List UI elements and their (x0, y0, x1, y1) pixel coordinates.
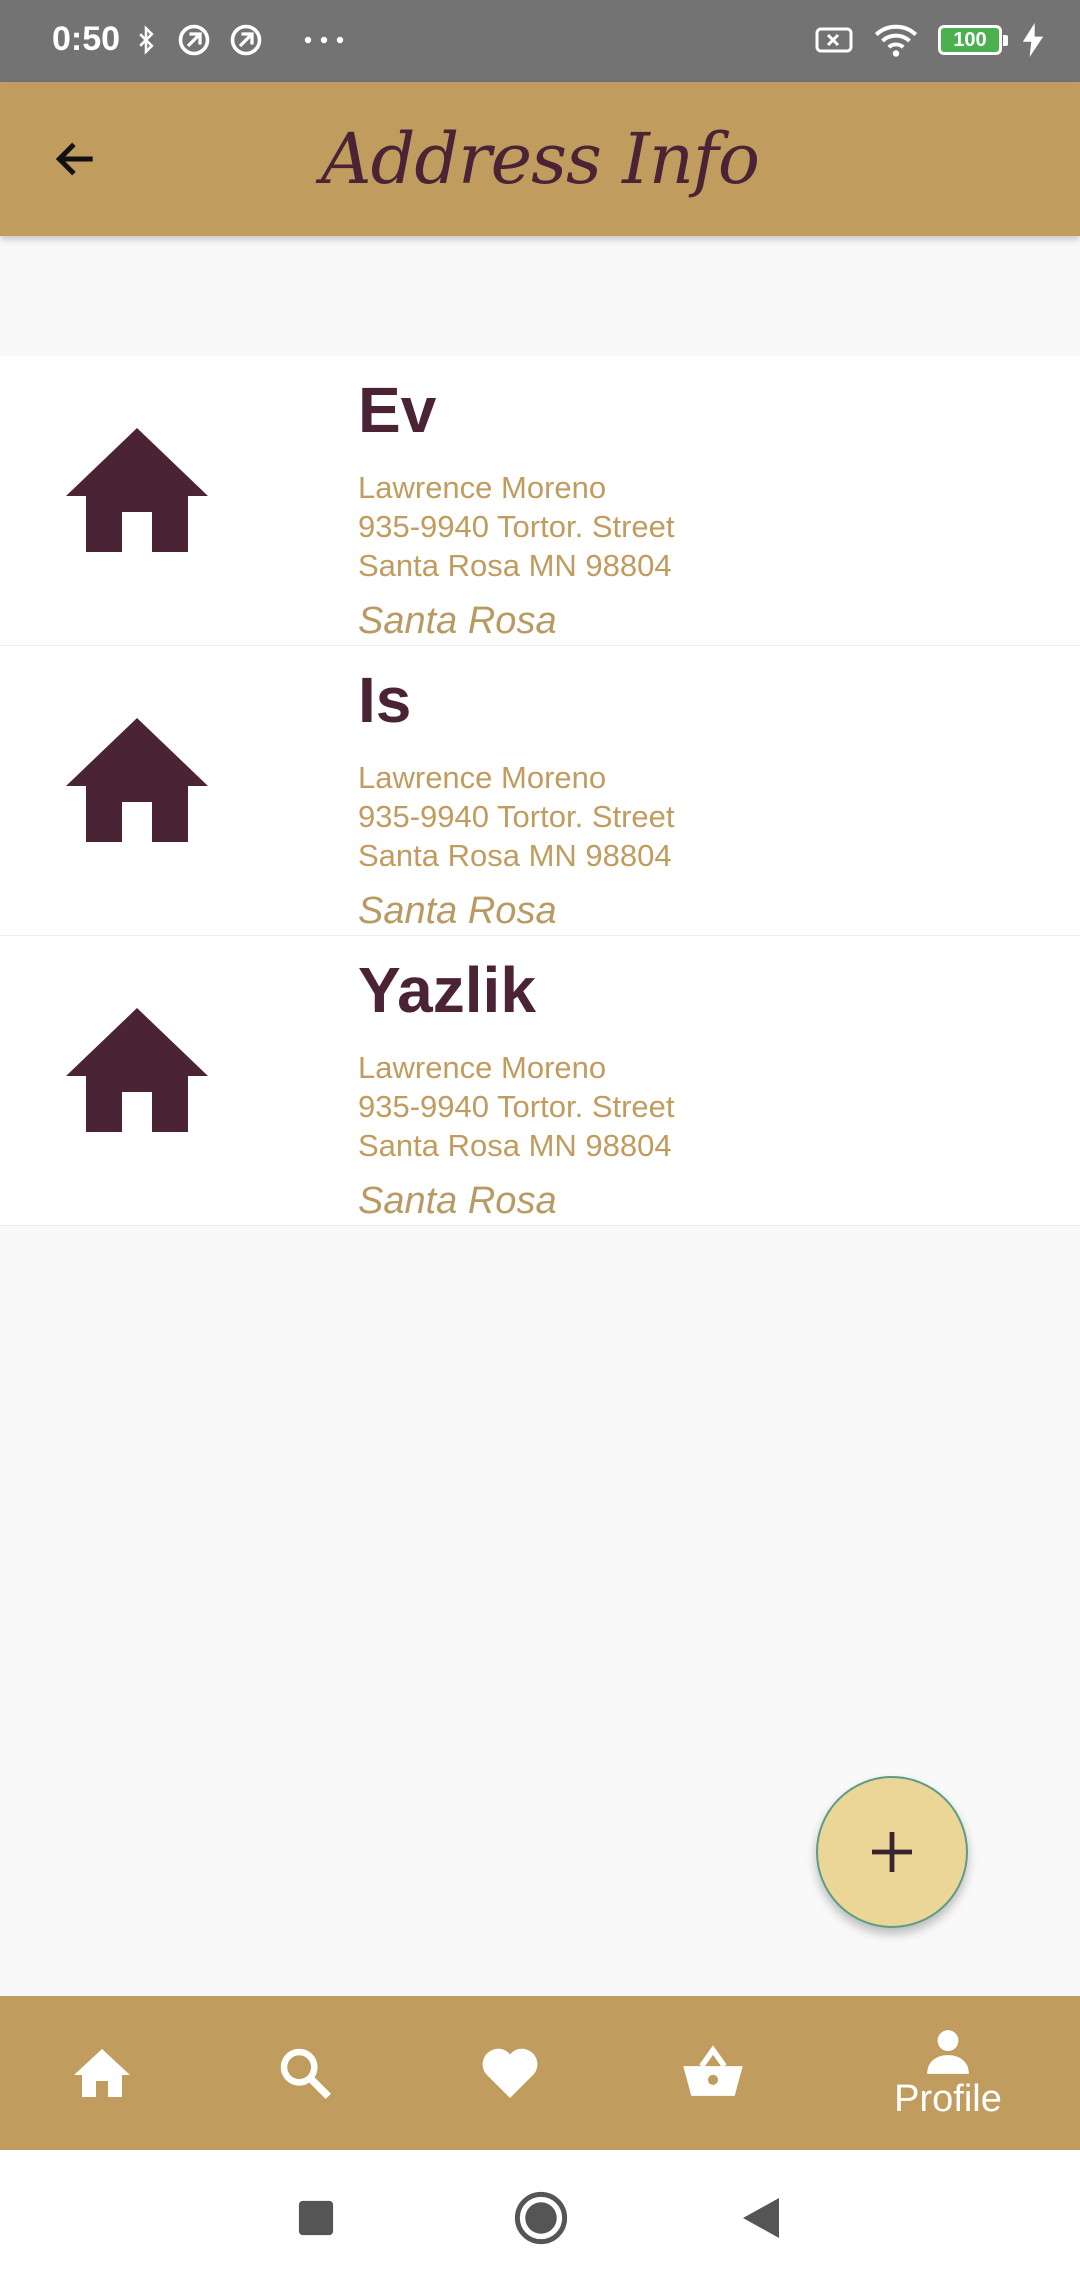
address-text: Yazlik Lawrence Moreno 935-9940 Tortor. … (358, 950, 675, 1225)
address-line: Lawrence Moreno (358, 1050, 607, 1085)
address-card[interactable]: Yazlik Lawrence Moreno 935-9940 Tortor. … (0, 936, 1080, 1226)
address-line: 935-9940 Tortor. Street (358, 1089, 675, 1124)
address-city: Santa Rosa (358, 600, 557, 642)
status-time: 0:50 (52, 20, 121, 58)
address-line: Santa Rosa MN 98804 (358, 548, 672, 583)
address-line: Santa Rosa MN 98804 (358, 838, 672, 873)
address-line: 935-9940 Tortor. Street (358, 799, 675, 834)
address-name: Is (358, 664, 412, 736)
address-name: Ev (358, 374, 437, 446)
bottom-nav: Profile (0, 1996, 1080, 2150)
app-bar: Address Info (0, 82, 1080, 236)
address-text: Ev Lawrence Moreno 935-9940 Tortor. Stre… (358, 370, 675, 645)
status-bar: 0:50 100 (0, 0, 1080, 82)
address-line: Santa Rosa MN 98804 (358, 1128, 672, 1163)
nav-item-favorites[interactable] (410, 1996, 610, 2150)
address-line: Lawrence Moreno (358, 470, 607, 505)
address-card[interactable]: Ev Lawrence Moreno 935-9940 Tortor. Stre… (0, 356, 1080, 646)
heart-icon (482, 2048, 538, 2098)
home-icon (66, 718, 208, 842)
nav-item-profile[interactable]: Profile (848, 1996, 1048, 2150)
plus-icon (872, 1832, 912, 1872)
no-sim-icon (815, 27, 853, 53)
home-icon (66, 1008, 208, 1132)
nav-item-basket[interactable] (613, 1996, 813, 2150)
recents-button[interactable] (286, 2188, 346, 2248)
home-system-button[interactable] (511, 2188, 571, 2248)
charging-icon (1022, 23, 1044, 57)
system-nav-bar (0, 2150, 1080, 2280)
address-line: Lawrence Moreno (358, 760, 607, 795)
wifi-icon (874, 24, 918, 57)
nav-label-profile: Profile (894, 2077, 1002, 2120)
home-icon (66, 428, 208, 552)
battery-level: 100 (953, 28, 987, 51)
nav-item-home[interactable] (2, 1996, 202, 2150)
status-right-icons: 100 (814, 22, 1044, 58)
basket-icon (683, 2045, 743, 2096)
triangle-back-icon (743, 2198, 779, 2238)
back-system-button[interactable] (731, 2188, 791, 2248)
address-card[interactable]: Is Lawrence Moreno 935-9940 Tortor. Stre… (0, 646, 1080, 936)
battery-icon: 100 (938, 25, 1008, 55)
search-icon (280, 2048, 331, 2099)
person-icon (927, 2029, 969, 2074)
sync-icon (178, 24, 210, 56)
address-line: 935-9940 Tortor. Street (358, 509, 675, 544)
address-text: Is Lawrence Moreno 935-9940 Tortor. Stre… (358, 660, 675, 935)
address-list: Ev Lawrence Moreno 935-9940 Tortor. Stre… (0, 356, 1080, 1226)
sync-icon (230, 24, 262, 56)
more-icon (304, 36, 344, 44)
home-icon (74, 2049, 130, 2097)
bluetooth-icon (139, 25, 154, 55)
nav-item-search[interactable] (205, 1996, 405, 2150)
page-title: Address Info (321, 118, 760, 200)
status-left-icons (132, 22, 348, 58)
add-address-button[interactable] (816, 1776, 968, 1928)
circle-icon (514, 2191, 568, 2245)
square-icon (298, 2200, 334, 2236)
address-city: Santa Rosa (358, 890, 557, 932)
address-name: Yazlik (358, 954, 536, 1026)
address-city: Santa Rosa (358, 1180, 557, 1222)
